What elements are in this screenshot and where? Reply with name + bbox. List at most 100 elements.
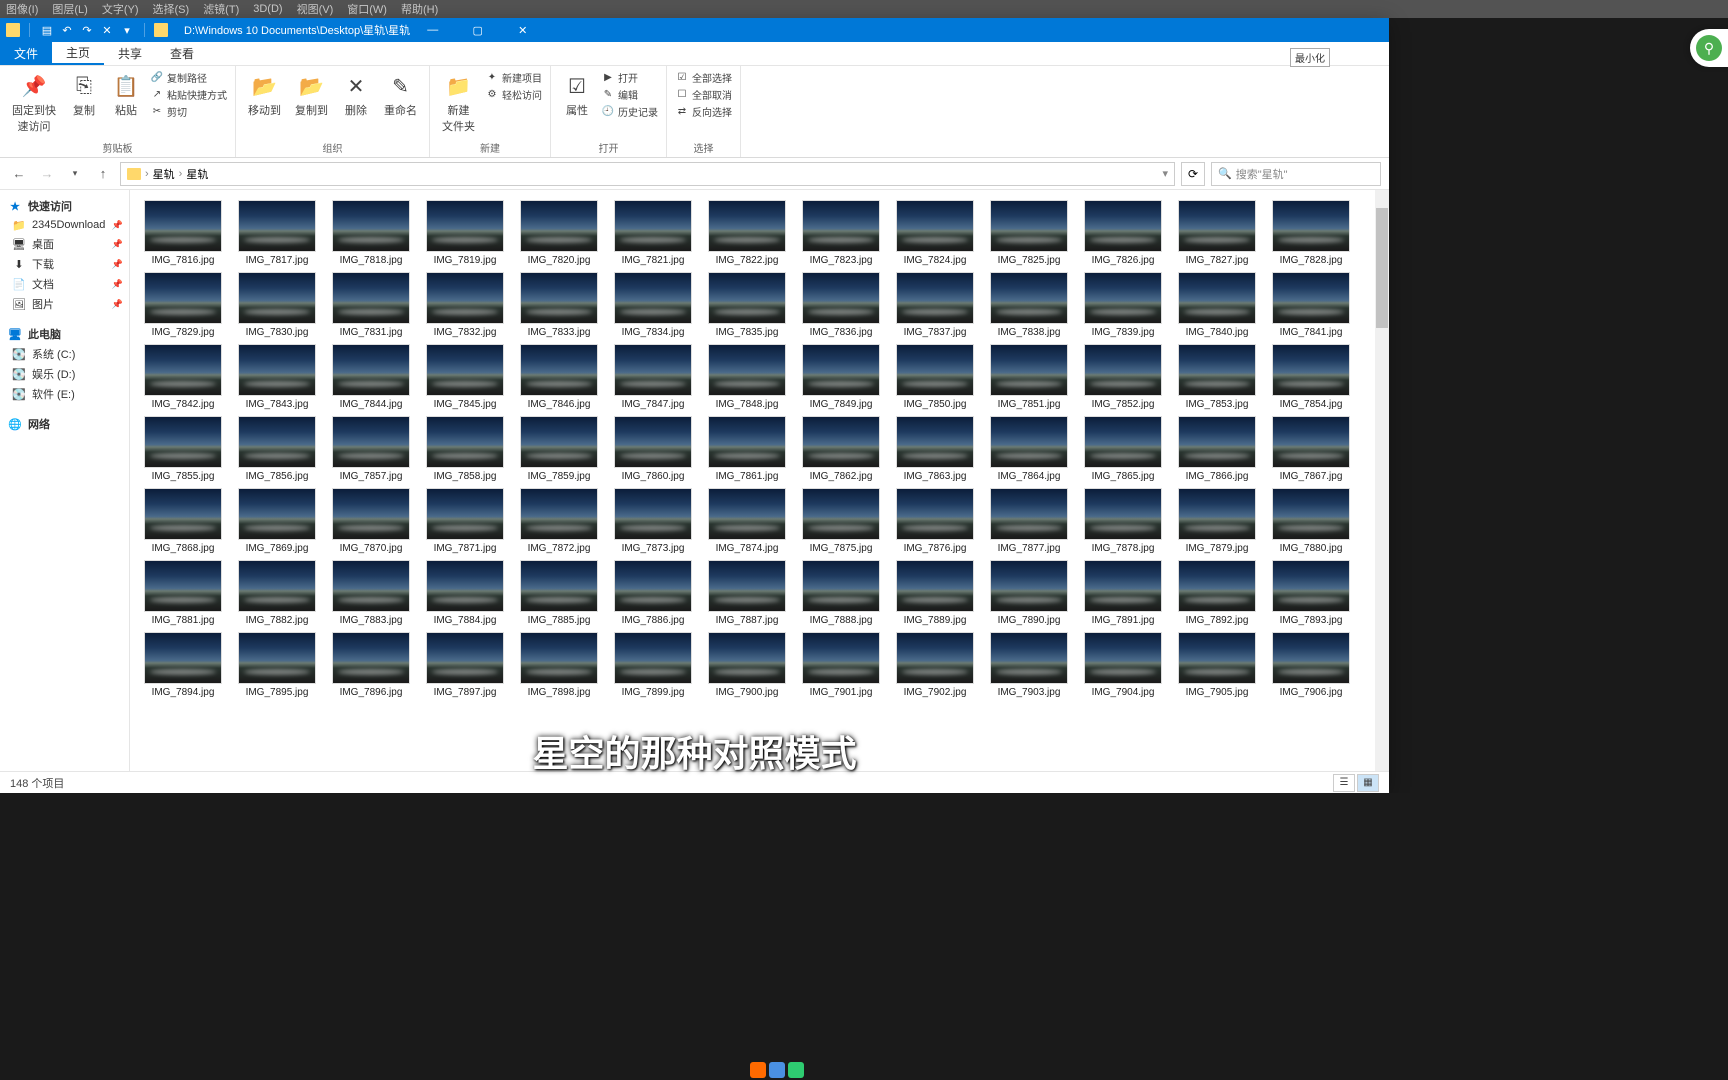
file-thumbnail[interactable]: IMG_7867.jpg: [1266, 416, 1356, 482]
file-thumbnail[interactable]: IMG_7889.jpg: [890, 560, 980, 626]
file-thumbnail[interactable]: IMG_7864.jpg: [984, 416, 1074, 482]
rename-button[interactable]: ✎重命名: [380, 70, 421, 120]
file-thumbnail[interactable]: IMG_7892.jpg: [1172, 560, 1262, 626]
properties-button[interactable]: ☑属性: [559, 70, 595, 120]
ps-menu-item[interactable]: 选择(S): [153, 1, 190, 17]
file-thumbnail[interactable]: IMG_7876.jpg: [890, 488, 980, 554]
file-thumbnail[interactable]: IMG_7853.jpg: [1172, 344, 1262, 410]
file-thumbnail[interactable]: IMG_7882.jpg: [232, 560, 322, 626]
sidebar-thispc[interactable]: 🖥此电脑: [0, 324, 129, 344]
file-thumbnail[interactable]: IMG_7850.jpg: [890, 344, 980, 410]
file-thumbnail[interactable]: IMG_7845.jpg: [420, 344, 510, 410]
copy-button[interactable]: ⎘复制: [66, 70, 102, 120]
select-all-button[interactable]: ☑全部选择: [675, 70, 732, 85]
sidebar-drive[interactable]: 💽娱乐 (D:): [0, 364, 129, 384]
file-thumbnail[interactable]: IMG_7869.jpg: [232, 488, 322, 554]
ps-menu-item[interactable]: 帮助(H): [401, 1, 438, 17]
ps-menu-item[interactable]: 3D(D): [253, 3, 282, 15]
file-thumbnail[interactable]: IMG_7840.jpg: [1172, 272, 1262, 338]
file-thumbnail[interactable]: IMG_7822.jpg: [702, 200, 792, 266]
file-thumbnail[interactable]: IMG_7863.jpg: [890, 416, 980, 482]
sidebar-item[interactable]: ⬇下载📌: [0, 254, 129, 274]
file-thumbnail[interactable]: IMG_7881.jpg: [138, 560, 228, 626]
file-thumbnail[interactable]: IMG_7879.jpg: [1172, 488, 1262, 554]
file-thumbnail[interactable]: IMG_7836.jpg: [796, 272, 886, 338]
file-list[interactable]: IMG_7816.jpgIMG_7817.jpgIMG_7818.jpgIMG_…: [130, 190, 1389, 771]
newfolder-button[interactable]: 📁新建 文件夹: [438, 70, 479, 136]
file-thumbnail[interactable]: IMG_7862.jpg: [796, 416, 886, 482]
file-thumbnail[interactable]: IMG_7816.jpg: [138, 200, 228, 266]
file-thumbnail[interactable]: IMG_7856.jpg: [232, 416, 322, 482]
file-thumbnail[interactable]: IMG_7883.jpg: [326, 560, 416, 626]
moveto-button[interactable]: 📂移动到: [244, 70, 285, 120]
ps-menu-item[interactable]: 文字(Y): [102, 1, 139, 17]
history-button[interactable]: 🕘历史记录: [601, 104, 658, 119]
file-thumbnail[interactable]: IMG_7823.jpg: [796, 200, 886, 266]
sidebar-item[interactable]: 🖥桌面📌: [0, 234, 129, 254]
file-thumbnail[interactable]: IMG_7878.jpg: [1078, 488, 1168, 554]
app-icon[interactable]: [788, 1062, 804, 1078]
sidebar-item[interactable]: 📄文档📌: [0, 274, 129, 294]
file-thumbnail[interactable]: IMG_7901.jpg: [796, 632, 886, 698]
file-thumbnail[interactable]: IMG_7904.jpg: [1078, 632, 1168, 698]
file-thumbnail[interactable]: IMG_7842.jpg: [138, 344, 228, 410]
wifi-widget[interactable]: ⚲: [1690, 29, 1728, 67]
file-thumbnail[interactable]: IMG_7820.jpg: [514, 200, 604, 266]
file-thumbnail[interactable]: IMG_7886.jpg: [608, 560, 698, 626]
file-thumbnail[interactable]: IMG_7884.jpg: [420, 560, 510, 626]
select-none-button[interactable]: ☐全部取消: [675, 87, 732, 102]
file-thumbnail[interactable]: IMG_7855.jpg: [138, 416, 228, 482]
edit-button[interactable]: ✎编辑: [601, 87, 658, 102]
file-thumbnail[interactable]: IMG_7857.jpg: [326, 416, 416, 482]
file-thumbnail[interactable]: IMG_7874.jpg: [702, 488, 792, 554]
file-thumbnail[interactable]: IMG_7891.jpg: [1078, 560, 1168, 626]
paste-shortcut-button[interactable]: ↗粘贴快捷方式: [150, 87, 227, 102]
file-thumbnail[interactable]: IMG_7875.jpg: [796, 488, 886, 554]
file-thumbnail[interactable]: IMG_7888.jpg: [796, 560, 886, 626]
file-thumbnail[interactable]: IMG_7831.jpg: [326, 272, 416, 338]
sidebar-quickaccess[interactable]: ★快速访问: [0, 196, 129, 216]
ps-menu-item[interactable]: 窗口(W): [347, 1, 387, 17]
tab-share[interactable]: 共享: [104, 42, 156, 65]
file-thumbnail[interactable]: IMG_7817.jpg: [232, 200, 322, 266]
ps-menu-item[interactable]: 视图(V): [297, 1, 334, 17]
copyto-button[interactable]: 📂复制到: [291, 70, 332, 120]
file-thumbnail[interactable]: IMG_7839.jpg: [1078, 272, 1168, 338]
maximize-button[interactable]: ▢: [455, 18, 500, 42]
paste-button[interactable]: 📋粘贴: [108, 70, 144, 120]
file-thumbnail[interactable]: IMG_7866.jpg: [1172, 416, 1262, 482]
file-thumbnail[interactable]: IMG_7890.jpg: [984, 560, 1074, 626]
copy-path-button[interactable]: 🔗复制路径: [150, 70, 227, 85]
view-details-button[interactable]: ☰: [1333, 774, 1355, 792]
tab-view[interactable]: 查看: [156, 42, 208, 65]
file-thumbnail[interactable]: IMG_7835.jpg: [702, 272, 792, 338]
file-thumbnail[interactable]: IMG_7885.jpg: [514, 560, 604, 626]
sidebar-network[interactable]: 🌐网络: [0, 414, 129, 434]
file-thumbnail[interactable]: IMG_7887.jpg: [702, 560, 792, 626]
file-thumbnail[interactable]: IMG_7871.jpg: [420, 488, 510, 554]
file-thumbnail[interactable]: IMG_7837.jpg: [890, 272, 980, 338]
file-thumbnail[interactable]: IMG_7902.jpg: [890, 632, 980, 698]
newitem-button[interactable]: ✦新建项目: [485, 70, 542, 85]
file-thumbnail[interactable]: IMG_7830.jpg: [232, 272, 322, 338]
tab-home[interactable]: 主页: [52, 42, 104, 65]
file-thumbnail[interactable]: IMG_7821.jpg: [608, 200, 698, 266]
ps-menu-item[interactable]: 图像(I): [6, 1, 38, 17]
sidebar-item[interactable]: 📁2345Download📌: [0, 216, 129, 234]
file-thumbnail[interactable]: IMG_7848.jpg: [702, 344, 792, 410]
file-thumbnail[interactable]: IMG_7824.jpg: [890, 200, 980, 266]
file-thumbnail[interactable]: IMG_7896.jpg: [326, 632, 416, 698]
file-thumbnail[interactable]: IMG_7852.jpg: [1078, 344, 1168, 410]
close-button[interactable]: ✕: [500, 18, 545, 42]
app-icon[interactable]: [769, 1062, 785, 1078]
file-thumbnail[interactable]: IMG_7818.jpg: [326, 200, 416, 266]
file-thumbnail[interactable]: IMG_7895.jpg: [232, 632, 322, 698]
file-thumbnail[interactable]: IMG_7847.jpg: [608, 344, 698, 410]
back-button[interactable]: ←: [8, 163, 30, 185]
ps-menu-item[interactable]: 图层(L): [52, 1, 87, 17]
scrollbar-thumb[interactable]: [1376, 208, 1388, 328]
refresh-button[interactable]: ⟳: [1181, 162, 1205, 186]
file-thumbnail[interactable]: IMG_7827.jpg: [1172, 200, 1262, 266]
file-thumbnail[interactable]: IMG_7868.jpg: [138, 488, 228, 554]
file-thumbnail[interactable]: IMG_7906.jpg: [1266, 632, 1356, 698]
